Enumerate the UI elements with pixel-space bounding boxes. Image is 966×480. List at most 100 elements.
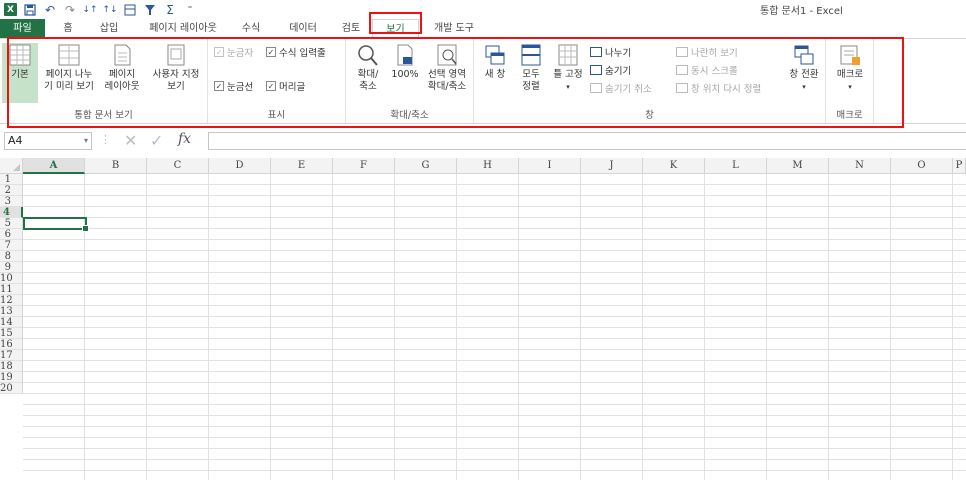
hide-button[interactable]: 숨기기 bbox=[590, 63, 631, 77]
sync-scroll-button[interactable]: 동시 스크롤 bbox=[676, 63, 738, 77]
unhide-button[interactable]: 숨기기 취소 bbox=[590, 81, 652, 95]
sort-asc-icon[interactable]: ↓↑ bbox=[82, 3, 97, 17]
switch-windows-button[interactable]: 창 전환 ▾ bbox=[784, 43, 824, 93]
column-header[interactable]: D bbox=[209, 158, 271, 174]
ruler-checkbox[interactable]: ✓ 눈금자 bbox=[214, 45, 253, 59]
formula-bar-checkbox[interactable]: ✓ 수식 입력줄 bbox=[266, 45, 326, 59]
tab-review[interactable]: 검토 bbox=[336, 19, 366, 38]
row-header[interactable]: 19 bbox=[0, 372, 23, 383]
column-header[interactable]: A bbox=[23, 158, 85, 174]
row-header[interactable]: 6 bbox=[0, 229, 23, 240]
gridlines-checkbox[interactable]: ✓ 눈금선 bbox=[214, 79, 253, 93]
column-header[interactable]: J bbox=[581, 158, 643, 174]
row-header[interactable]: 13 bbox=[0, 306, 23, 317]
column-header[interactable]: F bbox=[333, 158, 395, 174]
select-all-button[interactable] bbox=[0, 158, 23, 174]
save-icon[interactable] bbox=[23, 3, 37, 17]
split-button[interactable]: 나누기 bbox=[590, 45, 631, 59]
tab-developer[interactable]: 개발 도구 bbox=[426, 19, 482, 38]
column-header[interactable]: G bbox=[395, 158, 457, 174]
column-header[interactable]: N bbox=[829, 158, 891, 174]
page-layout-view-button[interactable]: 페이지 레이아웃 bbox=[100, 43, 144, 93]
cancel-icon[interactable]: ✕ bbox=[124, 131, 137, 150]
row-header[interactable]: 1 bbox=[0, 174, 23, 185]
format-icon[interactable] bbox=[123, 3, 137, 17]
active-cell-a4[interactable] bbox=[23, 217, 89, 232]
column-header[interactable]: E bbox=[271, 158, 333, 174]
switch-windows-dropdown-icon: ▾ bbox=[802, 83, 806, 91]
headings-checkbox[interactable]: ✓ 머리글 bbox=[266, 79, 305, 93]
quick-access-toolbar: X ↶ ↷ ↓↑ ↑↓ Σ ⁼ bbox=[4, 1, 197, 18]
insert-function-icon[interactable]: fx bbox=[178, 131, 191, 147]
column-header[interactable]: L bbox=[705, 158, 767, 174]
group-show: ✓ 눈금자 ✓ 수식 입력줄 ✓ 눈금선 ✓ 머리글 표시 bbox=[208, 39, 346, 123]
name-box[interactable]: A4 ▾ bbox=[4, 132, 92, 150]
tab-home[interactable]: 홈 bbox=[56, 19, 80, 38]
tab-data[interactable]: 데이터 bbox=[283, 19, 323, 38]
formula-input[interactable] bbox=[208, 132, 966, 150]
arrange-all-button[interactable]: 모두 정렬 bbox=[514, 43, 548, 93]
column-header[interactable]: I bbox=[519, 158, 581, 174]
split-label: 나누기 bbox=[605, 48, 632, 59]
row-header[interactable]: 3 bbox=[0, 196, 23, 207]
row-header[interactable]: 15 bbox=[0, 328, 23, 339]
row-header[interactable]: 14 bbox=[0, 317, 23, 328]
cell-area[interactable] bbox=[23, 174, 966, 480]
group-label-show: 표시 bbox=[267, 110, 286, 121]
row-header[interactable]: 9 bbox=[0, 262, 23, 273]
freeze-panes-button[interactable]: 틀 고정 ▾ bbox=[548, 43, 588, 93]
name-box-value: A4 bbox=[8, 134, 23, 147]
tab-insert[interactable]: 삽입 bbox=[94, 19, 124, 38]
column-header[interactable]: K bbox=[643, 158, 705, 174]
row-header[interactable]: 17 bbox=[0, 350, 23, 361]
enter-icon[interactable]: ✓ bbox=[150, 131, 163, 150]
zoom-label-1: 확대/ bbox=[357, 69, 379, 80]
tab-file[interactable]: 파일 bbox=[0, 19, 45, 38]
row-header[interactable]: 7 bbox=[0, 240, 23, 251]
page-break-preview-label-1: 페이지 나누 bbox=[45, 69, 93, 80]
tab-formulas[interactable]: 수식 bbox=[236, 19, 266, 38]
row-header[interactable]: 4 bbox=[0, 207, 23, 218]
tab-page-layout[interactable]: 페이지 레이아웃 bbox=[140, 19, 226, 38]
tab-view[interactable]: 보기 bbox=[372, 19, 419, 39]
page-break-preview-button[interactable]: 페이지 나누 기 미리 보기 bbox=[40, 43, 98, 93]
undo-icon[interactable]: ↶ bbox=[43, 3, 57, 17]
row-header[interactable]: 8 bbox=[0, 251, 23, 262]
column-header[interactable]: P bbox=[953, 158, 966, 174]
new-window-button[interactable]: 새 창 bbox=[478, 43, 512, 81]
row-header[interactable]: 2 bbox=[0, 185, 23, 196]
column-header[interactable]: C bbox=[147, 158, 209, 174]
customize-icon[interactable]: ⁼ bbox=[183, 3, 197, 17]
sum-icon[interactable]: Σ bbox=[163, 3, 177, 17]
column-header[interactable]: H bbox=[457, 158, 519, 174]
group-label-workbook-views: 통합 문서 보기 bbox=[74, 110, 133, 121]
zoom-to-selection-button[interactable]: 선택 영역 확대/축소 bbox=[422, 43, 472, 93]
row-header[interactable]: 12 bbox=[0, 295, 23, 306]
macros-button[interactable]: 매크로 ▾ bbox=[830, 43, 870, 93]
row-header[interactable]: 18 bbox=[0, 361, 23, 372]
filter-icon[interactable] bbox=[143, 3, 157, 17]
view-side-by-side-button[interactable]: 나란히 보기 bbox=[676, 45, 738, 59]
row-header[interactable]: 11 bbox=[0, 284, 23, 295]
row-header[interactable]: 5 bbox=[0, 218, 23, 229]
column-header[interactable]: B bbox=[85, 158, 147, 174]
custom-views-button[interactable]: 사용자 지정 보기 bbox=[146, 43, 206, 93]
gridlines-check-icon: ✓ bbox=[214, 81, 224, 91]
arrange-all-icon bbox=[521, 44, 541, 66]
hide-label: 숨기기 bbox=[605, 66, 632, 77]
sort-desc-icon[interactable]: ↑↓ bbox=[102, 3, 117, 17]
redo-icon[interactable]: ↷ bbox=[63, 3, 77, 17]
normal-view-button[interactable]: 기본 bbox=[2, 43, 38, 103]
column-header[interactable]: O bbox=[891, 158, 953, 174]
zoom-button[interactable]: 확대/ 축소 bbox=[348, 43, 388, 93]
switch-windows-icon bbox=[794, 45, 814, 65]
row-header[interactable]: 16 bbox=[0, 339, 23, 350]
name-box-dropdown-icon[interactable]: ▾ bbox=[84, 133, 88, 149]
reset-window-position-button[interactable]: 창 위치 다시 정렬 bbox=[676, 81, 761, 95]
row-header[interactable]: 20 bbox=[0, 383, 23, 394]
row-header[interactable]: 10 bbox=[0, 273, 23, 284]
zoom-100-button[interactable]: 100% bbox=[388, 43, 422, 81]
group-macros: 매크로 ▾ 매크로 bbox=[826, 39, 874, 123]
worksheet-grid[interactable]: A B C D E F G H I J K L M N O P 1 2 3 4 … bbox=[0, 158, 966, 480]
column-header[interactable]: M bbox=[767, 158, 829, 174]
